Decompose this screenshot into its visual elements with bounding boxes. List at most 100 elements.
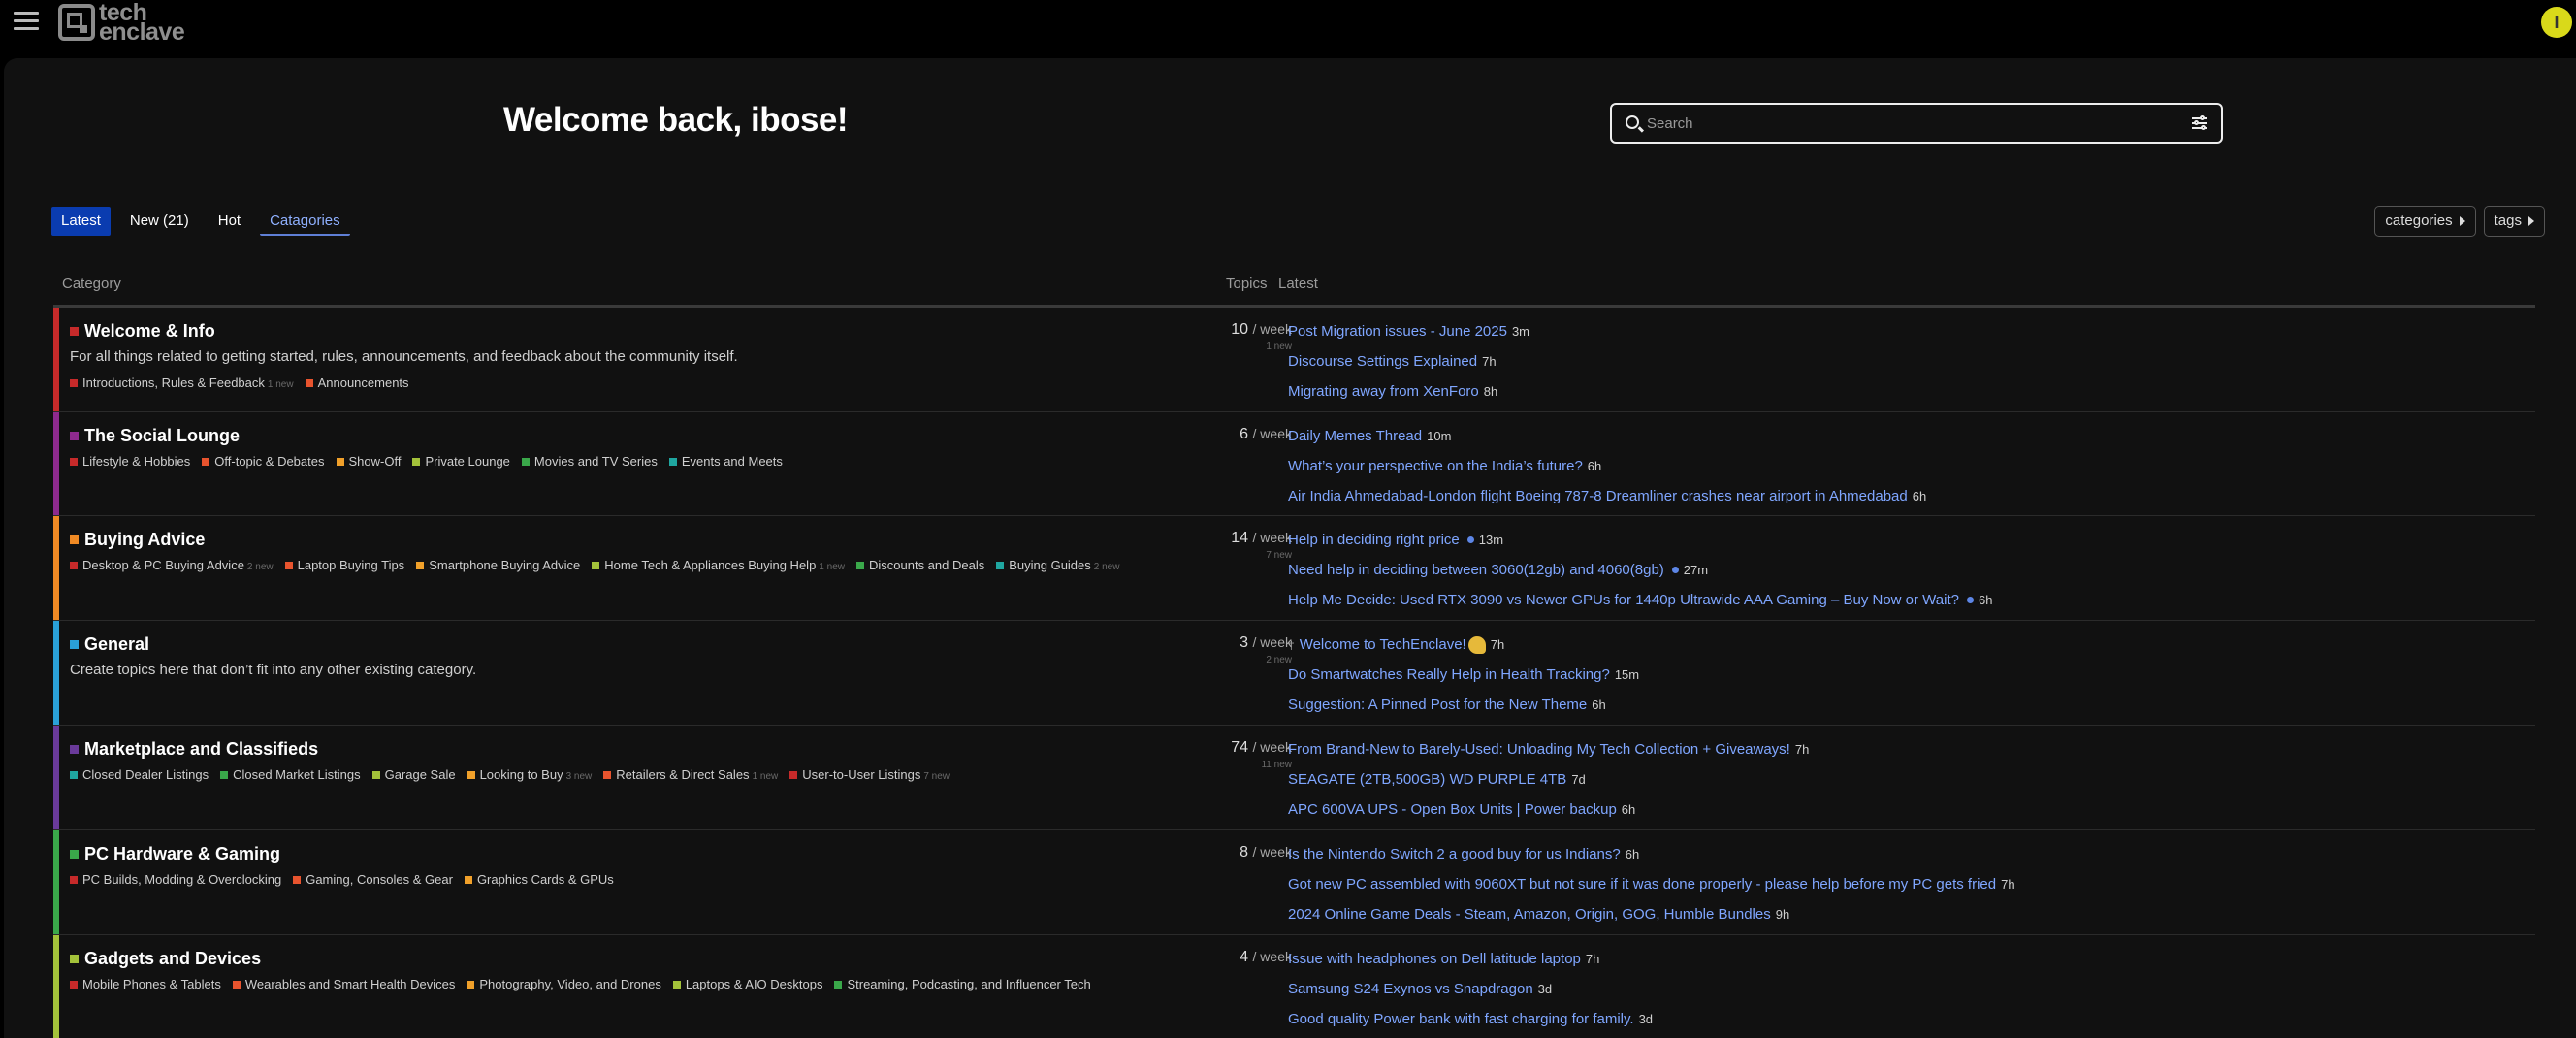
category-color-bar	[53, 412, 59, 515]
subcategory-link[interactable]: Garage Sale	[371, 765, 456, 785]
search-filter-icon[interactable]	[2192, 115, 2207, 130]
latest-topic-link[interactable]: Need help in deciding between 3060(12gb)…	[1288, 562, 1664, 578]
latest-topic-link[interactable]: Samsung S24 Exynos vs Snapdragon	[1288, 981, 1533, 997]
category-title-link[interactable]: Gadgets and Devices	[70, 949, 261, 969]
latest-topic-link[interactable]: Daily Memes Thread	[1288, 428, 1422, 444]
latest-topic-age: 6h	[1978, 593, 1993, 607]
topics-count: 3 / week 2 new	[1240, 634, 1292, 665]
category-name: Gadgets and Devices	[84, 949, 262, 968]
site-logo[interactable]: tech enclave	[58, 1, 185, 45]
latest-topic-link[interactable]: Issue with headphones on Dell latitude l…	[1288, 951, 1581, 967]
subcategory-link[interactable]: Show-Off	[336, 452, 401, 471]
subcategory-link[interactable]: Streaming, Podcasting, and Influencer Te…	[834, 975, 1091, 994]
latest-topic-link[interactable]: Air India Ahmedabad-London flight Boeing…	[1288, 488, 1908, 504]
subcategory-link[interactable]: Closed Market Listings	[220, 765, 361, 785]
latest-topic-link[interactable]: From Brand-New to Barely-Used: Unloading…	[1288, 741, 1790, 758]
category-row: Marketplace and Classifieds Closed Dealer…	[53, 726, 2535, 830]
subcategory-link[interactable]: Laptops & AIO Desktops	[672, 975, 822, 994]
subcategory-color-square	[202, 458, 210, 466]
tab-latest[interactable]: Latest	[51, 207, 111, 236]
latest-topic-age: 6h	[1592, 697, 1606, 712]
subcategory-name: PC Builds, Modding & Overclocking	[82, 872, 282, 887]
category-title-link[interactable]: Marketplace and Classifieds	[70, 739, 318, 760]
latest-topic-link[interactable]: APC 600VA UPS - Open Box Units | Power b…	[1288, 801, 1617, 818]
category-color-square	[70, 745, 79, 754]
latest-topics: † Welcome to TechEnclave! 7h Do Smartwatche…	[1288, 630, 1639, 720]
latest-topic: Need help in deciding between 3060(12gb)…	[1288, 555, 1992, 585]
tab-new[interactable]: New (21)	[120, 207, 199, 236]
subcategory-link[interactable]: Gaming, Consoles & Gear	[293, 870, 453, 890]
subcategory-link[interactable]: Laptop Buying Tips	[284, 556, 405, 575]
category-color-square	[70, 955, 79, 963]
latest-topic-link[interactable]: Welcome to TechEnclave!	[1300, 636, 1466, 653]
tags-dropdown[interactable]: tags	[2483, 206, 2545, 237]
category-color-square	[70, 535, 79, 544]
subcategory-link[interactable]: Mobile Phones & Tablets	[70, 975, 221, 994]
topics-number: 6	[1240, 426, 1249, 442]
category-title-link[interactable]: General	[70, 634, 149, 655]
subcategory-color-square	[834, 981, 843, 989]
latest-topic-link[interactable]: SEAGATE (2TB,500GB) WD PURPLE 4TB	[1288, 771, 1566, 788]
topics-count: 8 / week	[1240, 844, 1292, 861]
category-title-link[interactable]: Welcome & Info	[70, 321, 215, 341]
subcategory-link[interactable]: Smartphone Buying Advice	[416, 556, 580, 575]
subcategory-color-square	[668, 458, 677, 466]
user-avatar[interactable]: I	[2541, 7, 2572, 38]
subcategory-link[interactable]: Private Lounge	[412, 452, 510, 471]
topics-period: / week	[1252, 949, 1292, 964]
subcategory-list: Mobile Phones & Tablets Wearables and Sma…	[70, 975, 1175, 994]
latest-topic-link[interactable]: Help Me Decide: Used RTX 3090 vs Newer G…	[1288, 592, 1959, 608]
latest-topic-link[interactable]: 2024 Online Game Deals - Steam, Amazon, …	[1288, 906, 1771, 923]
category-title-link[interactable]: Buying Advice	[70, 530, 205, 550]
category-title-link[interactable]: The Social Lounge	[70, 426, 240, 446]
subcategory-link[interactable]: Photography, Video, and Drones	[467, 975, 661, 994]
subcategory-link[interactable]: Off-topic & Debates	[202, 452, 325, 471]
category-name: The Social Lounge	[84, 426, 241, 445]
latest-topic-link[interactable]: Migrating away from XenForo	[1288, 383, 1479, 400]
subcategory-link[interactable]: Discounts and Deals	[855, 556, 984, 575]
subcategory-link[interactable]: Events and Meets	[668, 452, 783, 471]
latest-topic: Samsung S24 Exynos vs Snapdragon 3d	[1288, 974, 1653, 1004]
latest-topic-link[interactable]: Discourse Settings Explained	[1288, 353, 1477, 370]
subcategory-link[interactable]: User-to-User Listings 7 new	[789, 765, 950, 787]
subcategory-link[interactable]: Closed Dealer Listings	[70, 765, 209, 785]
subcategory-link[interactable]: Graphics Cards & GPUs	[464, 870, 614, 890]
subcategory-link[interactable]: Movies and TV Series	[521, 452, 658, 471]
latest-topic-link[interactable]: Help in deciding right price	[1288, 532, 1460, 548]
subcategory-name: Gaming, Consoles & Gear	[306, 872, 453, 887]
latest-topic-age: 6h	[1587, 459, 1602, 473]
subcategory-color-square	[293, 876, 302, 884]
latest-topic-link[interactable]: What’s your perspective on the India’s f…	[1288, 458, 1583, 474]
categories-dropdown[interactable]: categories	[2374, 206, 2476, 237]
latest-topic-link[interactable]: Post Migration issues - June 2025	[1288, 323, 1507, 340]
category-title-link[interactable]: PC Hardware & Gaming	[70, 844, 280, 864]
latest-topic-link[interactable]: Good quality Power bank with fast chargi…	[1288, 1011, 1634, 1027]
category-row: Gadgets and Devices Mobile Phones & Table…	[53, 935, 2535, 1038]
subcategory-link[interactable]: Lifestyle & Hobbies	[70, 452, 190, 471]
latest-topic-link[interactable]: Is the Nintendo Switch 2 a good buy for …	[1288, 846, 1621, 862]
search-input[interactable]	[1647, 110, 2171, 137]
latest-topic-link[interactable]: Got new PC assembled with 9060XT but not…	[1288, 876, 1996, 892]
hamburger-menu-icon[interactable]	[14, 9, 39, 34]
latest-topic-link[interactable]: Do Smartwatches Really Help in Health Tr…	[1288, 666, 1610, 683]
subcategory-link[interactable]: Wearables and Smart Health Devices	[232, 975, 455, 994]
subcategory-link[interactable]: Buying Guides 2 new	[996, 556, 1119, 577]
subcategory-link[interactable]: Looking to Buy 3 new	[467, 765, 592, 787]
category-description: Create topics here that don’t fit into a…	[70, 662, 477, 678]
subcategory-link[interactable]: Introductions, Rules & Feedback 1 new	[70, 373, 294, 395]
subcategory-link[interactable]: Home Tech & Appliances Buying Help 1 new	[592, 556, 845, 577]
topics-count: 74 / week 11 new	[1231, 739, 1292, 770]
subcategory-link[interactable]: Desktop & PC Buying Advice 2 new	[70, 556, 274, 577]
search-box[interactable]	[1610, 103, 2223, 144]
category-color-bar	[53, 726, 59, 829]
subcategory-color-square	[412, 458, 421, 466]
tab-categories[interactable]: Catagories	[260, 207, 350, 236]
subcategory-color-square	[70, 379, 78, 387]
subcategory-name: Laptop Buying Tips	[297, 558, 405, 572]
caret-right-icon	[2459, 216, 2465, 227]
subcategory-link[interactable]: Announcements	[305, 373, 409, 393]
subcategory-link[interactable]: PC Builds, Modding & Overclocking	[70, 870, 281, 890]
latest-topic-link[interactable]: Suggestion: A Pinned Post for the New Th…	[1288, 697, 1587, 713]
subcategory-link[interactable]: Retailers & Direct Sales 1 new	[603, 765, 778, 787]
tab-hot[interactable]: Hot	[209, 207, 250, 236]
